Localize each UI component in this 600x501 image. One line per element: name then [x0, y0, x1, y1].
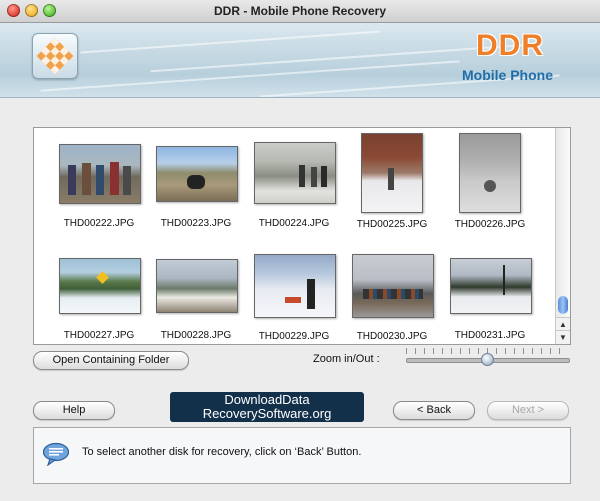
photo-thumbnail[interactable] — [156, 146, 238, 202]
thumbnail-filename: THD00230.JPG — [356, 331, 428, 342]
info-message-box: To select another disk for recovery, cli… — [33, 427, 571, 484]
app-logo — [32, 33, 78, 79]
thumbnail-filename: THD00224.JPG — [258, 218, 330, 229]
window-title: DDR - Mobile Phone Recovery — [213, 4, 387, 18]
photo-thumbnail[interactable] — [352, 254, 434, 318]
brand-subtitle: Mobile Phone — [462, 67, 553, 83]
help-button[interactable]: Help — [33, 401, 115, 420]
app-logo-icon — [36, 37, 74, 75]
photo-thumbnail[interactable] — [156, 259, 238, 313]
thumbnail-filename: THD00231.JPG — [454, 330, 526, 341]
thumbnail-gallery[interactable]: THD00222.JPG THD00223.JPG THD00224.JPG T… — [33, 127, 571, 345]
thumbnail-filename: THD00228.JPG — [160, 330, 232, 341]
zoom-slider-knob[interactable] — [481, 353, 494, 366]
watermark-line-1: DownloadData — [224, 392, 310, 407]
thumbnail-item[interactable]: THD00230.JPG — [352, 254, 434, 342]
thumbnail-item[interactable]: THD00224.JPG — [254, 142, 336, 229]
thumbnail-item[interactable]: THD00222.JPG — [59, 144, 141, 229]
photo-thumbnail[interactable] — [459, 133, 521, 213]
speech-bubble-icon — [42, 442, 70, 466]
back-button[interactable]: < Back — [393, 401, 475, 420]
thumbnail-item[interactable]: THD00226.JPG — [455, 133, 525, 230]
thumbnail-filename: THD00227.JPG — [63, 330, 135, 341]
thumbnail-item[interactable]: THD00223.JPG — [156, 146, 238, 229]
scroll-up-arrow-icon[interactable]: ▲ — [556, 317, 570, 331]
window-titlebar[interactable]: DDR - Mobile Phone Recovery — [0, 0, 600, 23]
photo-thumbnail[interactable] — [254, 254, 336, 318]
photo-thumbnail[interactable] — [59, 144, 141, 204]
next-button[interactable]: Next > — [487, 401, 569, 420]
watermark-line-2: RecoverySoftware.org — [202, 406, 332, 421]
thumbnail-filename: THD00225.JPG — [356, 219, 428, 230]
photo-thumbnail[interactable] — [450, 258, 532, 314]
zoom-label: Zoom in/Out : — [313, 353, 380, 365]
brand-name: DDR — [476, 29, 544, 62]
thumbnail-item[interactable]: THD00228.JPG — [156, 259, 238, 341]
scrollbar-thumb[interactable] — [558, 296, 568, 314]
thumbnail-item[interactable]: THD00229.JPG — [254, 254, 336, 342]
gallery-scrollbar[interactable]: ▲ ▼ — [555, 128, 570, 344]
info-message: To select another disk for recovery, cli… — [82, 446, 362, 458]
open-containing-folder-button[interactable]: Open Containing Folder — [33, 351, 189, 370]
thumbnail-item[interactable]: THD00225.JPG — [357, 133, 427, 230]
photo-thumbnail[interactable] — [59, 258, 141, 314]
watermark-banner: DownloadData RecoverySoftware.org — [170, 392, 364, 422]
thumbnail-filename: THD00223.JPG — [160, 218, 232, 229]
scroll-down-arrow-icon[interactable]: ▼ — [556, 330, 570, 344]
thumbnail-filename: THD00226.JPG — [454, 219, 526, 230]
photo-thumbnail[interactable] — [361, 133, 423, 213]
photo-thumbnail[interactable] — [254, 142, 336, 204]
header-banner: DDR Mobile Phone — [0, 23, 600, 98]
thumbnail-filename: THD00229.JPG — [258, 331, 330, 342]
thumbnail-item[interactable]: THD00227.JPG — [59, 258, 141, 341]
thumbnail-filename: THD00222.JPG — [63, 218, 135, 229]
thumbnail-item[interactable]: THD00231.JPG — [450, 258, 532, 341]
